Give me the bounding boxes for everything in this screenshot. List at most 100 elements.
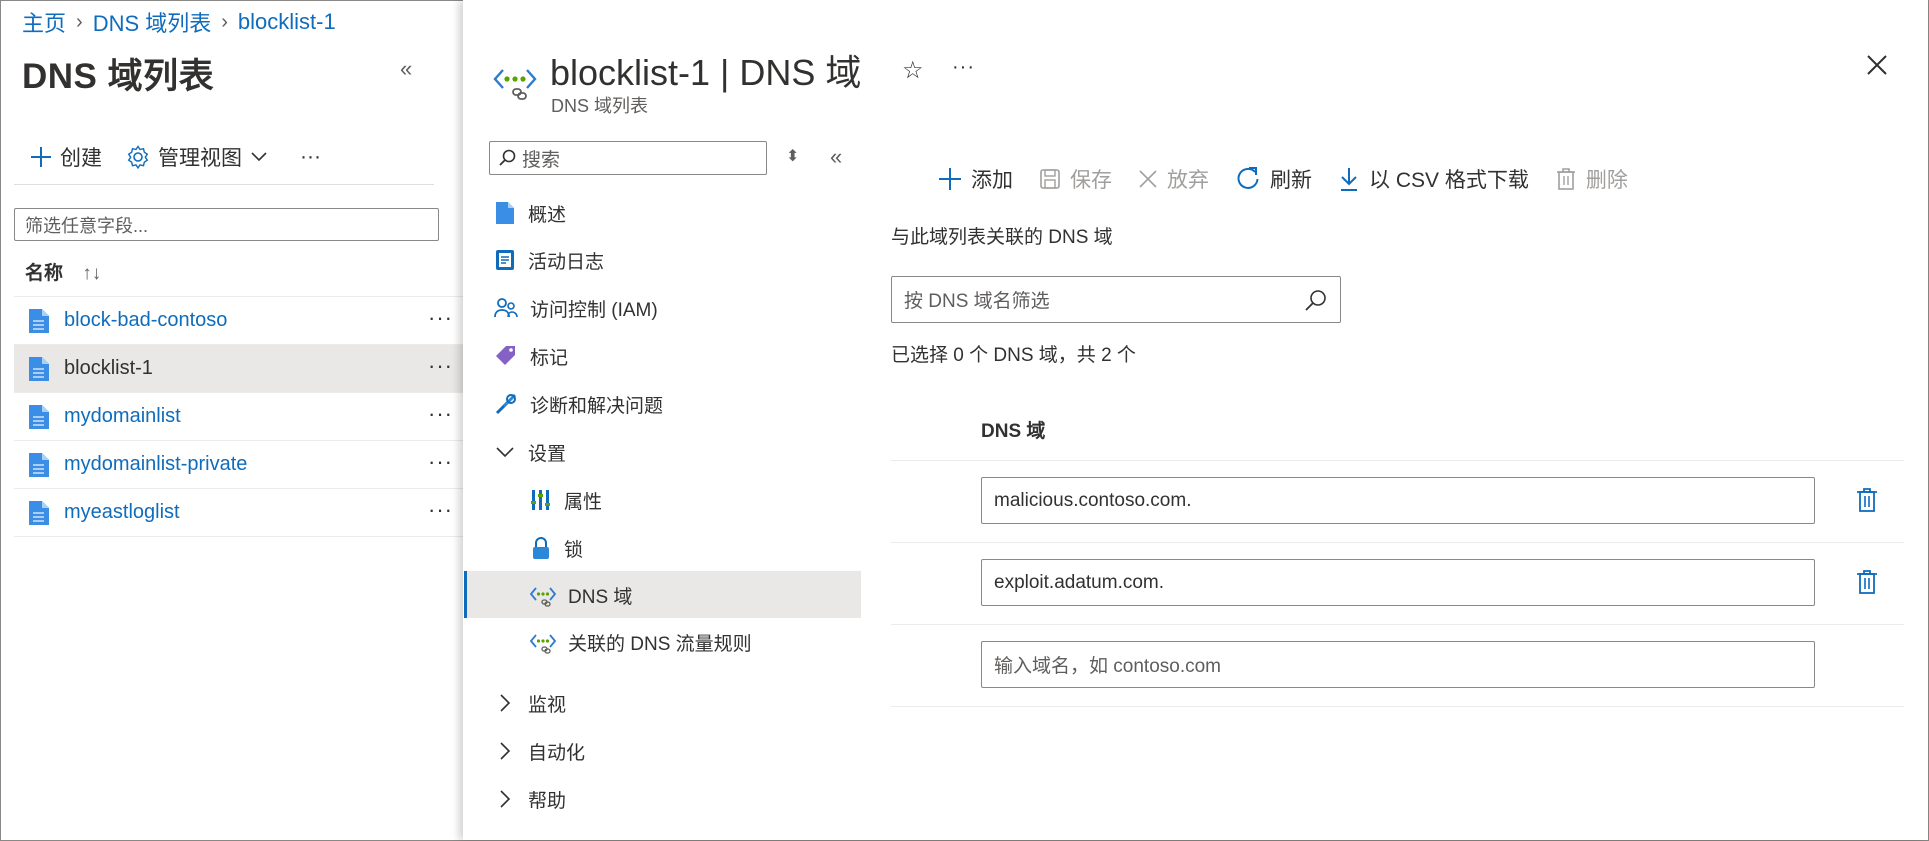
dns-list-icon bbox=[493, 69, 537, 100]
wrench-icon bbox=[495, 393, 517, 415]
gear-icon bbox=[127, 145, 149, 169]
list-item-name[interactable]: blocklist-1 bbox=[64, 357, 153, 380]
nav-locks[interactable]: 锁 bbox=[530, 530, 583, 566]
list-item[interactable]: block-bad-contoso ··· bbox=[14, 296, 463, 344]
nav-activity-log-label: 活动日志 bbox=[528, 251, 605, 273]
list-item[interactable]: myeastloglist ··· bbox=[14, 488, 463, 536]
more-icon[interactable]: ··· bbox=[428, 353, 453, 379]
manage-view-label: 管理视图 bbox=[158, 147, 242, 170]
nav-locks-label: 锁 bbox=[564, 539, 584, 561]
delete-button[interactable]: 删除 bbox=[1555, 164, 1628, 194]
more-icon[interactable]: ··· bbox=[428, 305, 453, 331]
trash-icon[interactable] bbox=[1855, 569, 1879, 595]
column-header-name[interactable]: 名称 ↑↓ bbox=[25, 258, 101, 285]
dns-filter-placeholder: 按 DNS 域名筛选 bbox=[904, 291, 1050, 312]
more-icon[interactable]: ··· bbox=[428, 497, 453, 523]
nav-iam[interactable]: 访问控制 (IAM) bbox=[494, 290, 658, 326]
nav-help-group[interactable]: 帮助 bbox=[494, 781, 566, 817]
domain-input[interactable]: malicious.contoso.com. bbox=[981, 477, 1815, 524]
close-icon[interactable] bbox=[1866, 54, 1888, 76]
lock-icon bbox=[533, 537, 549, 559]
nav-dns-domains[interactable]: DNS 域 bbox=[530, 577, 632, 613]
nav-automation-group[interactable]: 自动化 bbox=[494, 733, 585, 769]
nav-selected-highlight bbox=[464, 571, 861, 618]
refresh-button[interactable]: 刷新 bbox=[1235, 164, 1312, 194]
create-button[interactable]: 创建 bbox=[30, 142, 102, 172]
breadcrumb-home[interactable]: 主页 bbox=[22, 6, 66, 38]
list-item-name[interactable]: myeastloglist bbox=[64, 501, 180, 524]
nav-activity-log[interactable]: 活动日志 bbox=[494, 242, 604, 278]
save-button[interactable]: 保存 bbox=[1039, 164, 1112, 194]
delete-label: 删除 bbox=[1585, 169, 1628, 192]
nav-search-input[interactable]: 搜索 bbox=[489, 141, 767, 175]
more-button[interactable]: ··· bbox=[300, 145, 321, 169]
resource-blade bbox=[463, 0, 1928, 840]
download-icon bbox=[1341, 168, 1357, 191]
nav-tags[interactable]: 标记 bbox=[494, 338, 568, 374]
manage-view-button[interactable]: 管理视图 bbox=[126, 142, 268, 172]
blade-title: blocklist-1 | DNS 域 bbox=[550, 52, 862, 93]
nav-help-label: 帮助 bbox=[528, 790, 567, 812]
search-icon bbox=[499, 149, 516, 166]
add-button[interactable]: 添加 bbox=[938, 164, 1013, 194]
more-icon[interactable]: ··· bbox=[428, 401, 453, 427]
selection-count: 已选择 0 个 DNS 域，共 2 个 bbox=[891, 345, 1136, 366]
document-icon bbox=[29, 453, 49, 477]
sort-updown-icon[interactable]: ⬍ bbox=[786, 146, 799, 166]
blade-subtitle: DNS 域列表 bbox=[551, 96, 649, 116]
nav-diagnose-label: 诊断和解决问题 bbox=[530, 395, 664, 417]
sort-icon: ↑↓ bbox=[82, 263, 102, 284]
save-label: 保存 bbox=[1070, 169, 1112, 192]
nav-settings-label: 设置 bbox=[528, 443, 567, 465]
search-icon bbox=[1305, 289, 1326, 311]
filter-input[interactable]: 筛选任意字段... bbox=[14, 208, 439, 241]
nav-dns-domains-label: DNS 域 bbox=[568, 586, 633, 608]
download-csv-label: 以 CSV 格式下载 bbox=[1369, 169, 1529, 192]
divider bbox=[14, 184, 434, 185]
nav-tags-label: 标记 bbox=[530, 347, 569, 369]
chevron-right-icon: › bbox=[221, 10, 228, 33]
domain-value: malicious.contoso.com. bbox=[994, 489, 1192, 511]
properties-icon bbox=[531, 490, 550, 510]
chevron-down-icon bbox=[251, 152, 267, 162]
nav-properties-label: 属性 bbox=[564, 491, 603, 513]
list-item[interactable]: mydomainlist ··· bbox=[14, 392, 463, 440]
dns-filter-input[interactable]: 按 DNS 域名筛选 bbox=[891, 276, 1341, 323]
nav-settings-group[interactable]: 设置 bbox=[494, 434, 566, 470]
trash-icon[interactable] bbox=[1855, 487, 1879, 513]
new-domain-input[interactable]: 输入域名，如 contoso.com bbox=[981, 641, 1815, 688]
breadcrumb: 主页 › DNS 域列表 › blocklist-1 bbox=[22, 6, 336, 38]
new-domain-placeholder: 输入域名，如 contoso.com bbox=[994, 656, 1221, 677]
collapse-nav-icon[interactable]: « bbox=[830, 144, 842, 170]
command-bar: 添加 保存 放弃 刷新 以 CSV 格式下载 删除 bbox=[938, 164, 1628, 194]
nav-properties[interactable]: 属性 bbox=[530, 482, 602, 518]
chevron-right-icon bbox=[500, 742, 511, 760]
list-item[interactable]: blocklist-1 ··· bbox=[14, 344, 463, 392]
breadcrumb-dns-lists[interactable]: DNS 域列表 bbox=[93, 6, 212, 38]
document-icon bbox=[29, 501, 49, 525]
list-item-name[interactable]: block-bad-contoso bbox=[64, 309, 227, 332]
list-item-name[interactable]: mydomainlist-private bbox=[64, 453, 247, 476]
more-icon[interactable]: ··· bbox=[428, 449, 453, 475]
domain-value: exploit.adatum.com. bbox=[994, 571, 1165, 593]
chevron-right-icon bbox=[500, 694, 511, 712]
breadcrumb-blocklist[interactable]: blocklist-1 bbox=[238, 9, 336, 35]
discard-button[interactable]: 放弃 bbox=[1138, 164, 1209, 194]
discard-label: 放弃 bbox=[1167, 169, 1209, 192]
star-icon[interactable]: ☆ bbox=[902, 56, 924, 85]
divider bbox=[891, 460, 1904, 461]
list-item[interactable]: mydomainlist-private ··· bbox=[14, 440, 463, 488]
plus-icon bbox=[939, 168, 961, 190]
nav-diagnose[interactable]: 诊断和解决问题 bbox=[494, 386, 663, 422]
download-csv-button[interactable]: 以 CSV 格式下载 bbox=[1338, 164, 1529, 194]
trash-icon bbox=[1556, 168, 1575, 190]
list-item-name[interactable]: mydomainlist bbox=[64, 405, 181, 428]
nav-monitoring-group[interactable]: 监视 bbox=[494, 685, 566, 721]
domain-input[interactable]: exploit.adatum.com. bbox=[981, 559, 1815, 606]
chevron-down-icon bbox=[496, 447, 514, 458]
nav-linked-rules[interactable]: 关联的 DNS 流量规则 bbox=[530, 624, 752, 660]
nav-overview[interactable]: 概述 bbox=[494, 195, 566, 231]
more-icon[interactable]: ··· bbox=[952, 56, 975, 79]
chevron-right-icon: › bbox=[76, 10, 83, 33]
collapse-left-pane-icon[interactable]: « bbox=[400, 56, 412, 82]
